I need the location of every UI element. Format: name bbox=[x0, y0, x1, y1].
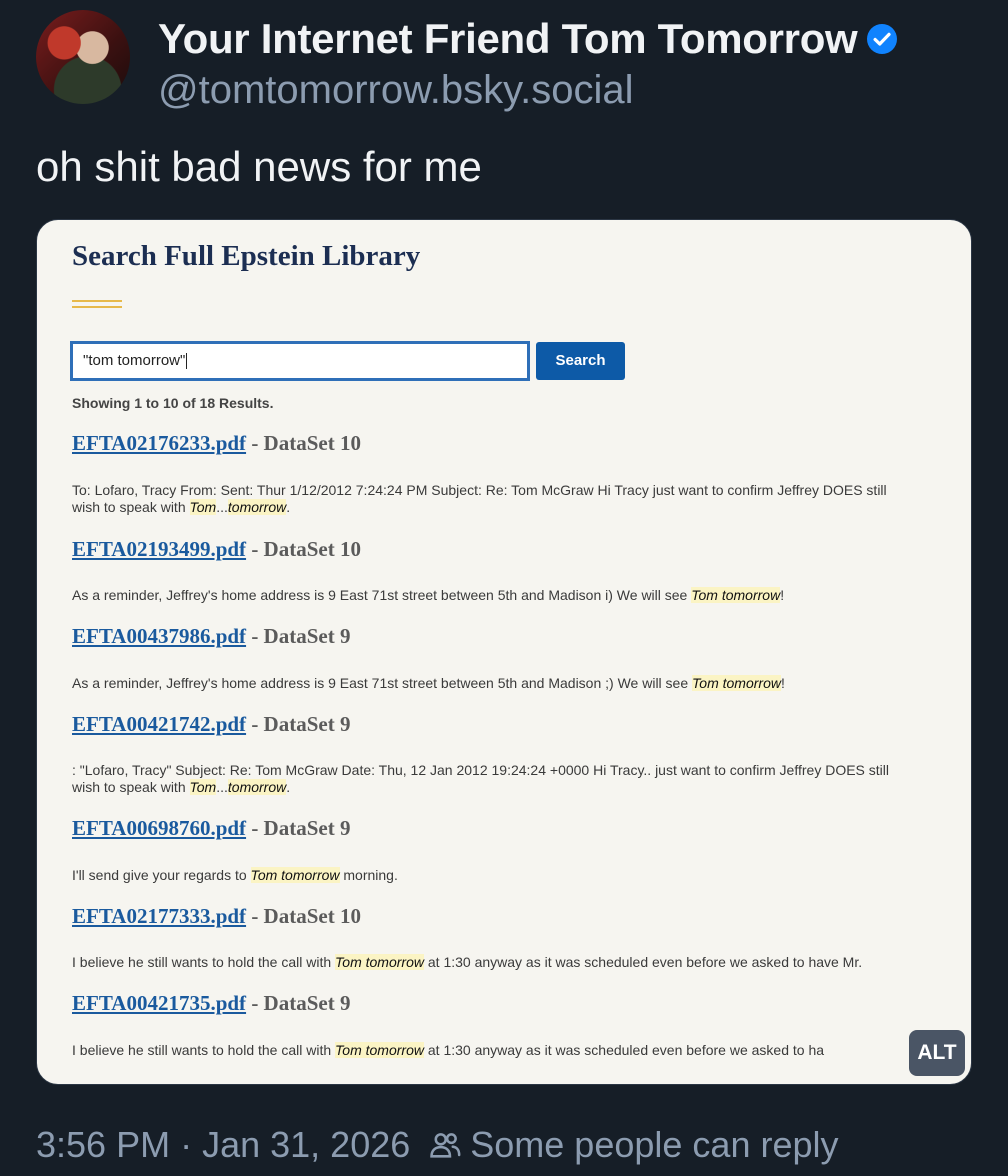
result-link[interactable]: EFTA00437986.pdf bbox=[72, 624, 246, 648]
search-value: "tom tomorrow" bbox=[83, 352, 186, 369]
result-snippet: I'll send give your regards to Tom tomor… bbox=[72, 867, 971, 884]
snippet-line: : "Lofaro, Tracy" Subject: Re: Tom McGra… bbox=[72, 762, 889, 778]
library-title: Search Full Epstein Library bbox=[72, 240, 421, 272]
snippet-text: ... bbox=[216, 499, 228, 515]
verified-badge-icon[interactable] bbox=[867, 24, 898, 54]
search-highlight: Tom tomorrow bbox=[692, 675, 781, 691]
search-button[interactable]: Search bbox=[536, 342, 625, 380]
result-dataset: - DataSet 10 bbox=[246, 431, 361, 455]
search-highlight: Tom tomorrow bbox=[335, 954, 424, 970]
reply-setting[interactable]: Some people can reply bbox=[470, 1124, 838, 1166]
result-dataset: - DataSet 10 bbox=[246, 537, 361, 561]
result-dataset: - DataSet 10 bbox=[246, 904, 361, 928]
separator: · bbox=[180, 1124, 193, 1165]
snippet-line: To: Lofaro, Tracy From: Sent: Thur 1/12/… bbox=[72, 482, 887, 498]
result-link[interactable]: EFTA02193499.pdf bbox=[72, 537, 246, 561]
search-highlight: Tom tomorrow bbox=[335, 1042, 424, 1058]
post-image[interactable]: Search Full Epstein Library "tom tomorro… bbox=[36, 219, 972, 1085]
snippet-text: . bbox=[286, 499, 291, 515]
snippet-text: at 1:30 anyway as it was scheduled even … bbox=[423, 1042, 825, 1058]
result-snippet: : "Lofaro, Tracy" Subject: Re: Tom McGra… bbox=[72, 762, 971, 796]
result-title: EFTA00437986.pdf - DataSet 9 bbox=[72, 624, 350, 649]
snippet-text: wish to speak with bbox=[72, 779, 190, 795]
search-input[interactable]: "tom tomorrow" bbox=[70, 341, 530, 381]
result-title: EFTA02193499.pdf - DataSet 10 bbox=[72, 537, 361, 562]
decorative-line bbox=[72, 300, 122, 302]
snippet-text: ... bbox=[216, 779, 228, 795]
snippet-text: As a reminder, Jeffrey's home address is… bbox=[72, 675, 693, 691]
people-icon bbox=[430, 1133, 461, 1158]
alt-text-button[interactable]: ALT bbox=[909, 1030, 965, 1076]
author-info: Your Internet Friend Tom Tomorrow @tomto… bbox=[158, 14, 898, 114]
snippet-text: I believe he still wants to hold the cal… bbox=[72, 1042, 336, 1058]
result-snippet: As a reminder, Jeffrey's home address is… bbox=[72, 675, 971, 692]
result-title: EFTA00421735.pdf - DataSet 9 bbox=[72, 991, 350, 1016]
result-snippet: I believe he still wants to hold the cal… bbox=[72, 1042, 971, 1059]
search-highlight: Tom bbox=[189, 499, 217, 515]
post-header: Your Internet Friend Tom Tomorrow @tomto… bbox=[36, 10, 988, 112]
search-highlight: Tom tomorrow bbox=[691, 587, 781, 603]
snippet-line: wish to speak with Tom...tomorrow. bbox=[72, 499, 971, 516]
result-dataset: - DataSet 9 bbox=[246, 816, 351, 840]
result-link[interactable]: EFTA02176233.pdf bbox=[72, 431, 246, 455]
result-snippet: I believe he still wants to hold the cal… bbox=[72, 954, 971, 971]
snippet-text: I'll send give your regards to bbox=[72, 867, 251, 883]
result-title: EFTA02176233.pdf - DataSet 10 bbox=[72, 431, 361, 456]
search-highlight: tomorrow bbox=[227, 499, 287, 515]
post-time[interactable]: 3:56 PM bbox=[36, 1124, 170, 1166]
snippet-text: . bbox=[286, 779, 291, 795]
snippet-line: wish to speak with Tom...tomorrow. bbox=[72, 779, 971, 796]
result-link[interactable]: EFTA00421735.pdf bbox=[72, 991, 246, 1015]
post-text: oh shit bad news for me bbox=[36, 143, 482, 190]
result-title: EFTA00698760.pdf - DataSet 9 bbox=[72, 816, 350, 841]
display-name[interactable]: Your Internet Friend Tom Tomorrow bbox=[158, 14, 858, 64]
snippet-text: wish to speak with bbox=[72, 499, 190, 515]
handle[interactable]: @tomtomorrow.bsky.social bbox=[158, 66, 897, 114]
snippet-text: morning. bbox=[339, 867, 398, 883]
display-name-row: Your Internet Friend Tom Tomorrow bbox=[158, 14, 898, 64]
result-dataset: - DataSet 9 bbox=[246, 712, 351, 736]
post-footer: 3:56 PM · Jan 31, 2026 Some people can r… bbox=[36, 1124, 839, 1166]
result-snippet: To: Lofaro, Tracy From: Sent: Thur 1/12/… bbox=[72, 482, 971, 516]
result-title: EFTA00421742.pdf - DataSet 9 bbox=[72, 712, 350, 737]
result-link[interactable]: EFTA00421742.pdf bbox=[72, 712, 246, 736]
text-caret bbox=[186, 353, 188, 370]
result-link[interactable]: EFTA02177333.pdf bbox=[72, 904, 246, 928]
avatar[interactable] bbox=[36, 10, 130, 104]
snippet-text: ! bbox=[780, 675, 785, 691]
result-title: EFTA02177333.pdf - DataSet 10 bbox=[72, 904, 361, 929]
snippet-text: I believe he still wants to hold the cal… bbox=[72, 954, 336, 970]
post-date[interactable]: Jan 31, 2026 bbox=[202, 1124, 410, 1166]
result-dataset: - DataSet 9 bbox=[246, 991, 351, 1015]
snippet-text: at 1:30 anyway as it was scheduled even … bbox=[423, 954, 863, 970]
snippet-text: ! bbox=[780, 587, 785, 603]
result-link[interactable]: EFTA00698760.pdf bbox=[72, 816, 246, 840]
result-snippet: As a reminder, Jeffrey's home address is… bbox=[72, 587, 971, 604]
result-dataset: - DataSet 9 bbox=[246, 624, 351, 648]
snippet-text: As a reminder, Jeffrey's home address is… bbox=[72, 587, 692, 603]
results-count: Showing 1 to 10 of 18 Results. bbox=[72, 395, 274, 411]
search-highlight: Tom tomorrow bbox=[250, 867, 340, 883]
decorative-line bbox=[72, 306, 122, 308]
search-highlight: Tom bbox=[189, 779, 217, 795]
screenshot-content: Search Full Epstein Library "tom tomorro… bbox=[37, 220, 971, 1084]
search-highlight: tomorrow bbox=[227, 779, 287, 795]
